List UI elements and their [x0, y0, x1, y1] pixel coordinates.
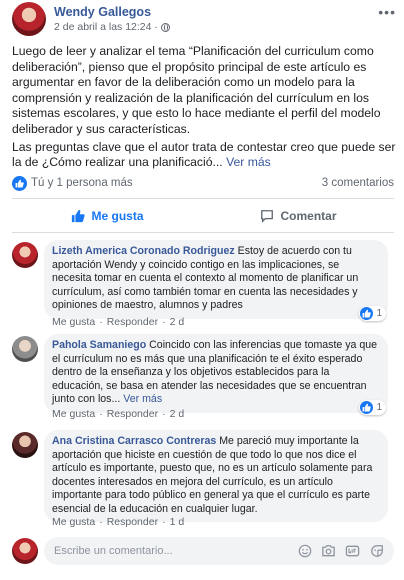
comment-meta: Me gusta · Responder · 1 d [52, 516, 184, 528]
reactions-bar: Tú y 1 persona más 3 comentarios [12, 174, 394, 192]
reactions-text: Tú y 1 persona más [31, 177, 133, 189]
comment-age[interactable]: 1 d [170, 516, 185, 528]
like-button[interactable]: Me gusta [12, 202, 203, 230]
separator: · [99, 408, 103, 420]
comment-meta: Me gusta · Responder · 2 d [52, 408, 184, 420]
like-reaction-icon [12, 175, 27, 191]
author-name[interactable]: Wendy Gallegos [54, 4, 170, 20]
comment-reaction-count: 1 [376, 308, 382, 319]
separator: · [99, 316, 103, 328]
divider [12, 198, 394, 199]
like-button-label: Me gusta [91, 209, 144, 223]
separator: · [162, 316, 166, 328]
comment-reply-link[interactable]: Responder [107, 408, 158, 420]
post-paragraph-text: Las preguntas clave que el autor trata d… [12, 139, 396, 170]
reactions-summary[interactable]: Tú y 1 persona más [12, 175, 133, 191]
composer-icons [297, 543, 384, 558]
post-card: Wendy Gallegos 2 de abril a las 12:24 · … [0, 0, 404, 580]
like-reaction-icon [360, 401, 374, 414]
comment-bubble: Ana Cristina Carrasco Contreras Me parec… [44, 430, 388, 522]
comment-reaction-count: 1 [376, 402, 382, 413]
gif-icon[interactable] [345, 543, 360, 558]
post-paragraph: Luego de leer y analizar el tema “Planif… [12, 44, 381, 136]
comment-author[interactable]: Lizeth America Coronado Rodriguez [52, 245, 235, 257]
comment-like-link[interactable]: Me gusta [52, 516, 95, 528]
like-reaction-icon [360, 307, 374, 320]
divider [12, 232, 394, 233]
comment-like-link[interactable]: Me gusta [52, 316, 95, 328]
comment-author[interactable]: Ana Cristina Carrasco Contreras [52, 435, 216, 447]
comment-meta: Me gusta · Responder · 2 d [52, 316, 184, 328]
post-paragraph: Las preguntas clave que el autor trata d… [12, 140, 396, 171]
author-avatar[interactable] [12, 2, 46, 36]
see-more-link[interactable]: Ver más [123, 393, 162, 405]
comment-age[interactable]: 2 d [170, 408, 185, 420]
commenter-avatar[interactable] [12, 432, 38, 458]
commenter-avatar[interactable] [12, 242, 38, 268]
emoji-icon[interactable] [297, 543, 312, 558]
comment-button[interactable]: Comentar [203, 202, 394, 230]
post-text: Luego de leer y analizar el tema “Planif… [12, 44, 396, 173]
post-meta: 2 de abril a las 12:24 · [54, 20, 170, 34]
comment-icon [261, 210, 274, 223]
comment-reply-link[interactable]: Responder [107, 516, 158, 528]
post-header-text: Wendy Gallegos 2 de abril a las 12:24 · [54, 4, 170, 34]
comment-bubble: Pahola Samaniego Coincido con las infere… [44, 334, 388, 413]
see-more-link[interactable]: Ver más [226, 155, 271, 169]
comment-reply-link[interactable]: Responder [107, 316, 158, 328]
comment-composer [12, 536, 394, 566]
post-header: Wendy Gallegos 2 de abril a las 12:24 · [12, 2, 392, 36]
post-actions: Me gusta Comentar [12, 202, 394, 230]
commenter-avatar[interactable] [12, 336, 38, 362]
sticker-icon[interactable] [369, 543, 384, 558]
thumbs-up-icon [72, 209, 86, 223]
comments-count[interactable]: 3 comentarios [322, 177, 394, 189]
comment-button-label: Comentar [280, 209, 337, 223]
camera-icon[interactable] [321, 543, 336, 558]
globe-icon [160, 22, 170, 32]
current-user-avatar [12, 538, 38, 564]
separator: · [162, 516, 166, 528]
comment-author[interactable]: Pahola Samaniego [52, 339, 146, 351]
separator: · [99, 516, 103, 528]
comment-reaction[interactable]: 1 [359, 400, 386, 415]
more-options-icon[interactable]: ••• [378, 4, 396, 20]
comment-bubble: Lizeth America Coronado Rodriguez Estoy … [44, 240, 388, 319]
post-timestamp[interactable]: 2 de abril a las 12:24 · [54, 20, 158, 34]
comment-like-link[interactable]: Me gusta [52, 408, 95, 420]
comment-reaction[interactable]: 1 [359, 306, 386, 321]
separator: · [162, 408, 166, 420]
comment-age[interactable]: 2 d [170, 316, 185, 328]
